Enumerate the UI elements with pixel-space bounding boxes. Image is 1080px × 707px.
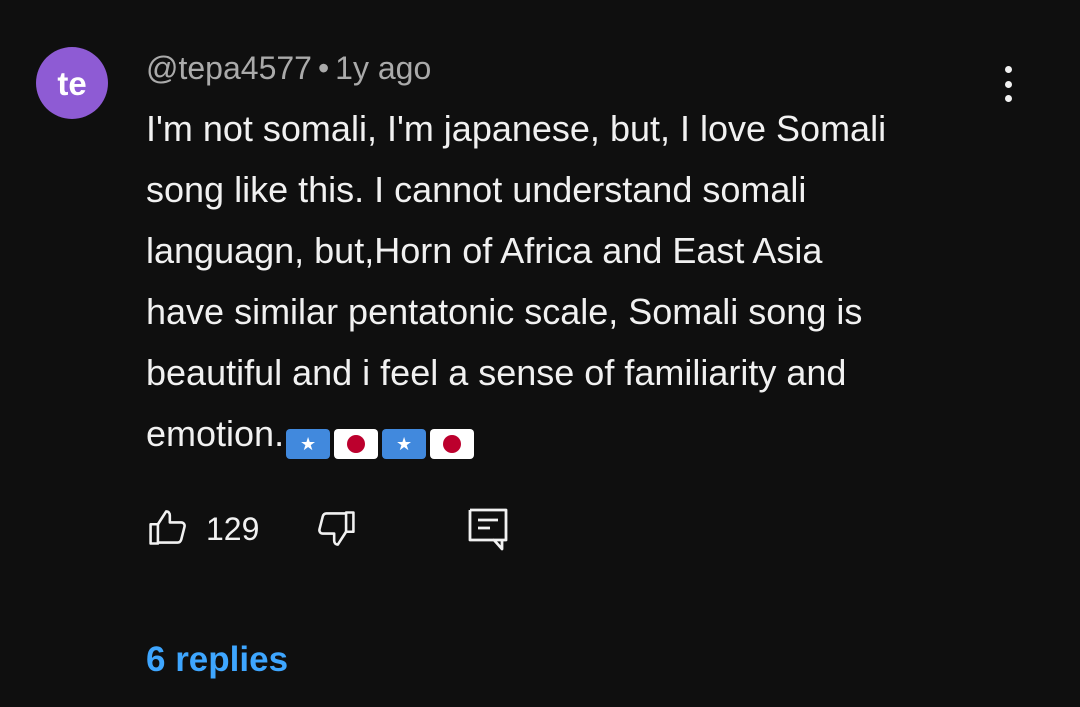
comment-meta: @tepa4577 • 1y ago <box>146 48 431 88</box>
somalia-flag-icon: ★ <box>286 429 331 459</box>
reply-comment-icon <box>468 508 508 551</box>
japan-flag-icon <box>334 429 379 459</box>
like-count: 129 <box>206 511 260 547</box>
somalia-flag-icon: ★ <box>382 429 427 459</box>
avatar-initials: te <box>57 64 87 102</box>
comment-time: 1y ago <box>335 50 432 86</box>
like-button[interactable] <box>146 505 190 549</box>
comment-body: I'm not somali, I'm japanese, but, I lov… <box>146 98 996 464</box>
flag-emojis: ★ ★ <box>286 429 475 459</box>
menu-dot <box>1004 66 1012 73</box>
menu-dot <box>1004 80 1012 88</box>
replies-toggle[interactable]: 6 replies <box>146 638 288 682</box>
thumbs-up-icon <box>149 510 186 545</box>
dislike-button[interactable] <box>314 507 358 551</box>
japan-flag-icon <box>430 429 475 459</box>
menu-dot <box>1004 95 1012 102</box>
meta-separator: • <box>317 50 330 86</box>
avatar[interactable]: te <box>36 47 108 119</box>
comment-item: te @tepa4577 • 1y ago I'm not somali, I'm … <box>0 0 1080 707</box>
comment-text: I'm not somali, I'm japanese, but, I lov… <box>146 108 887 454</box>
reply-button[interactable] <box>466 505 510 553</box>
thumbs-down-icon <box>318 511 355 546</box>
author-handle[interactable]: @tepa4577 <box>146 50 312 86</box>
